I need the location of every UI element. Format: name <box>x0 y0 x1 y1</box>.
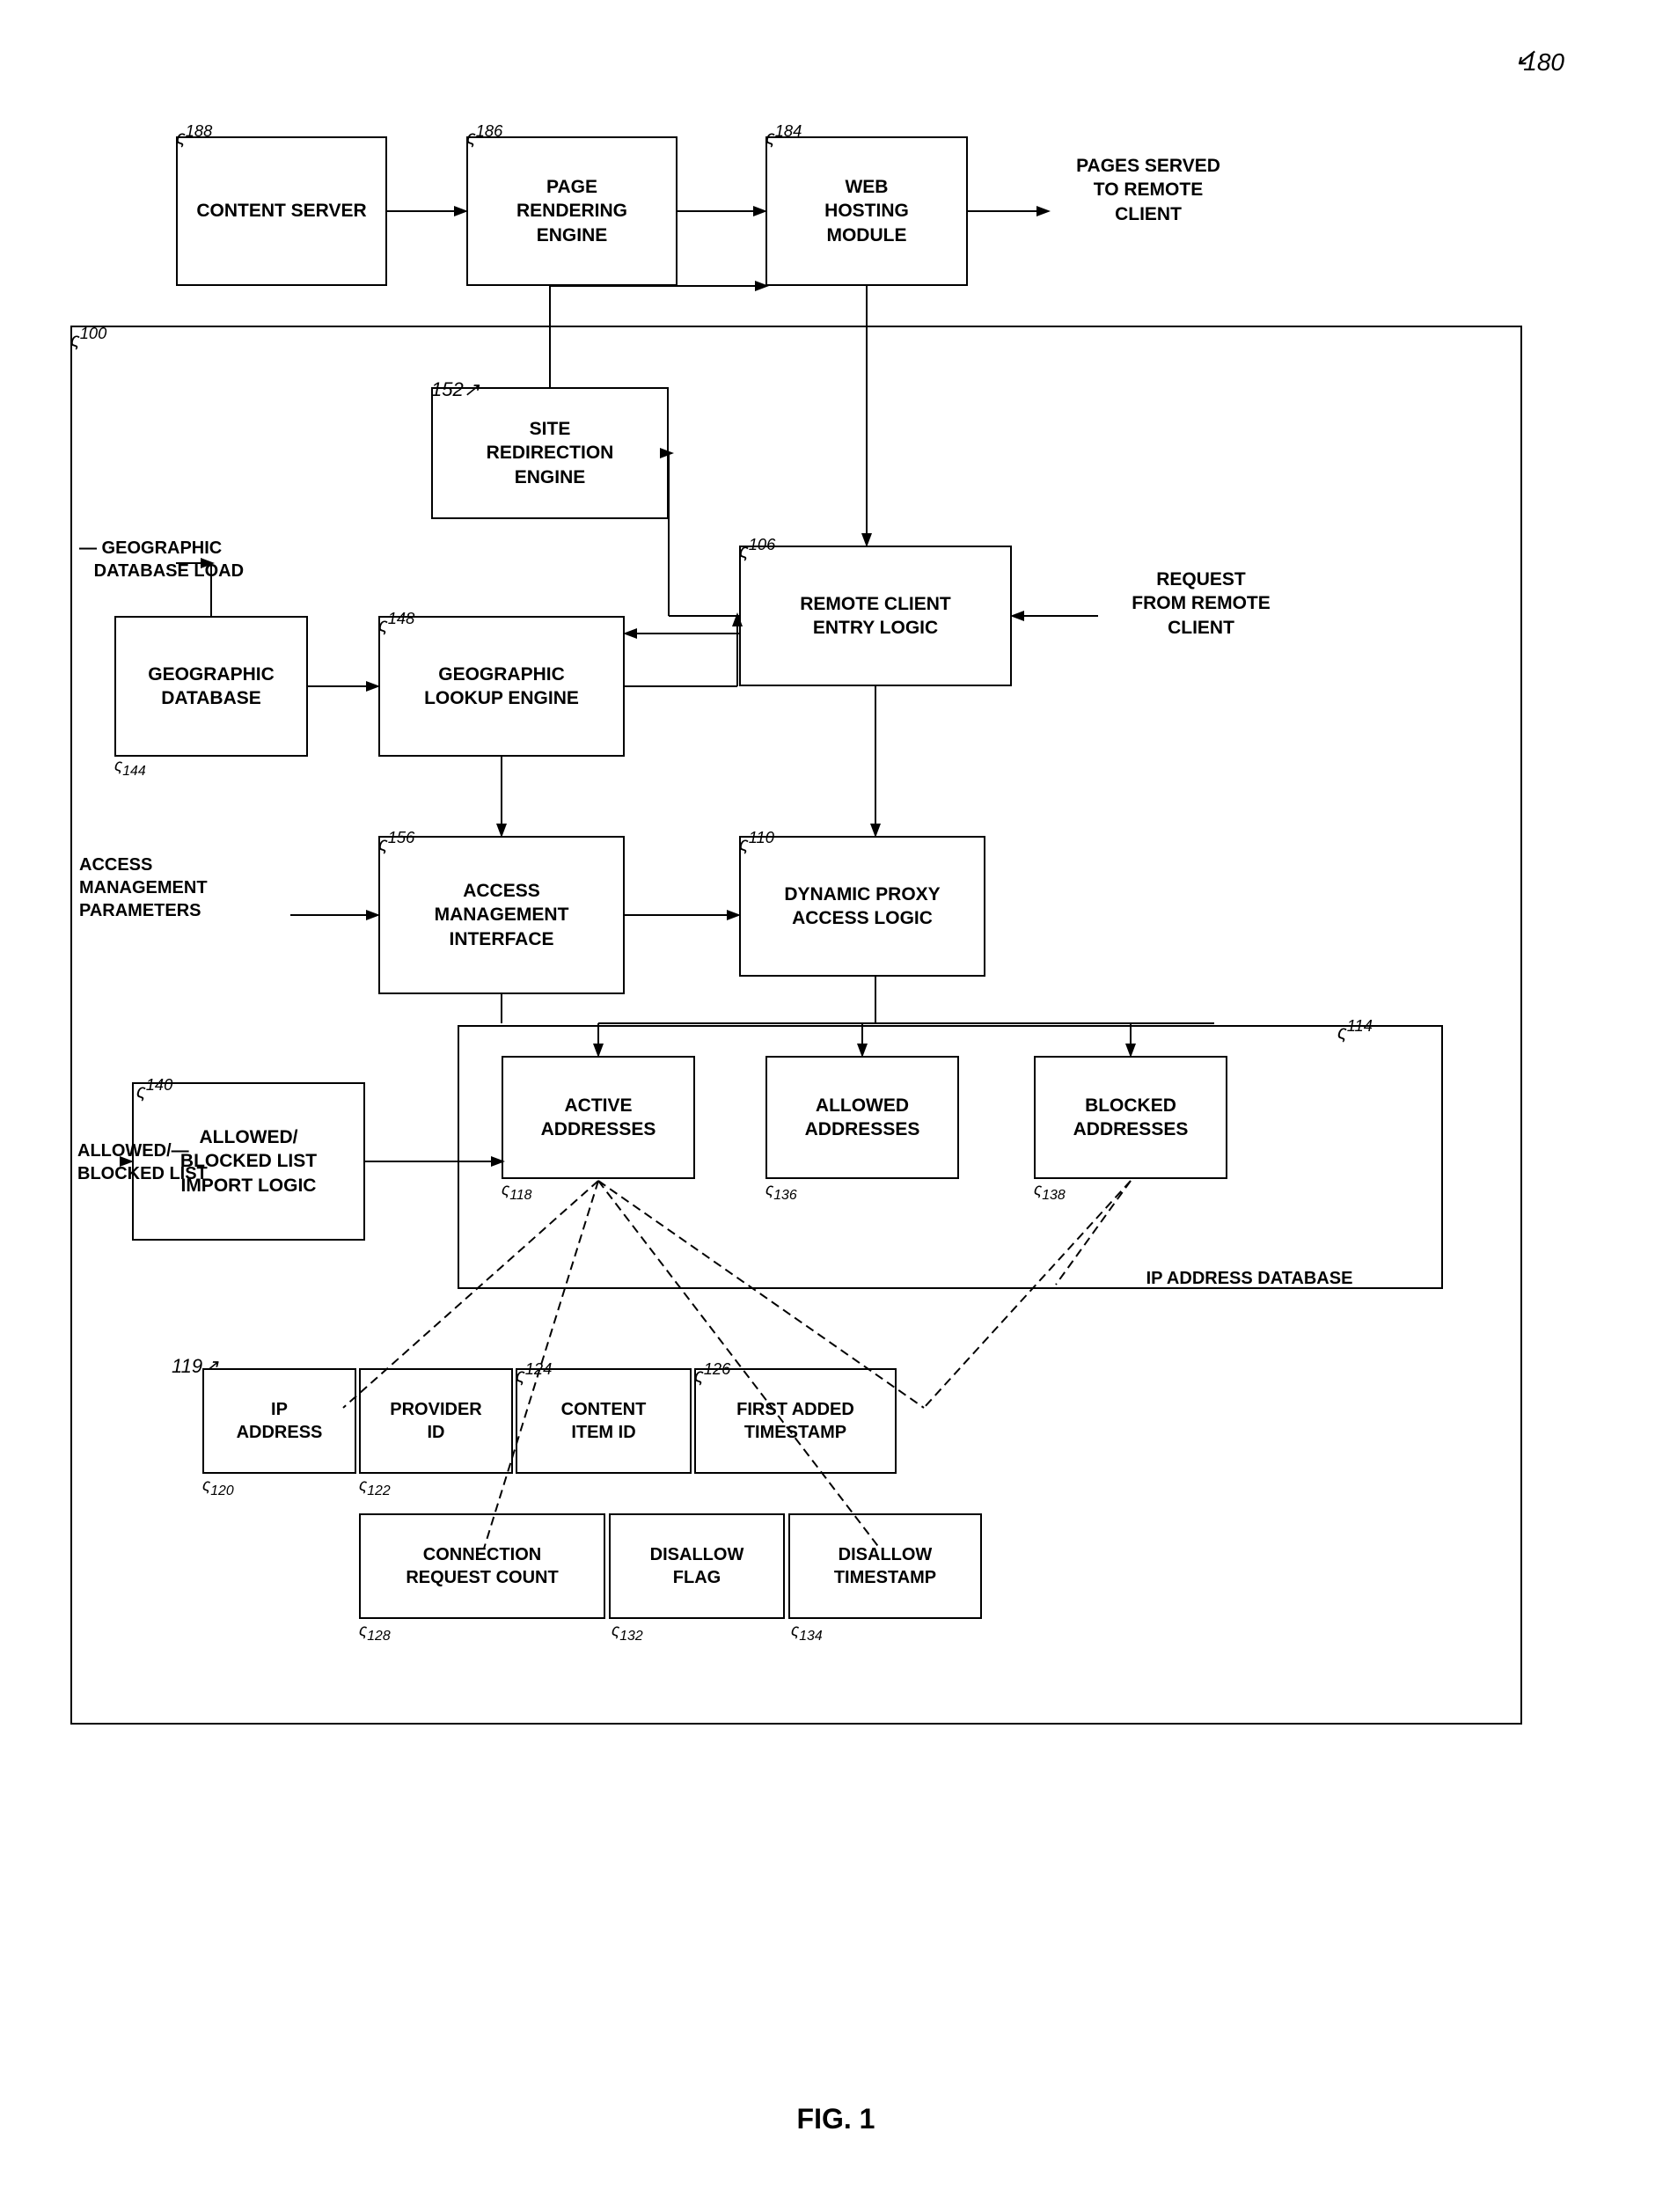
access-params-label: ACCESSMANAGEMENTPARAMETERS <box>79 853 290 922</box>
web-hosting-box: WEBHOSTINGMODULE <box>765 136 968 286</box>
first-added-ref: ς126 <box>694 1359 730 1387</box>
provider-id-ref: ς122 <box>359 1476 391 1499</box>
diagram: 180 ↙ CONTENT SERVER ς188 PAGERENDERINGE… <box>0 0 1670 2212</box>
dynamic-proxy-ref: ς110 <box>739 828 774 855</box>
ip-db-ref: ς114 <box>1337 1016 1373 1044</box>
ip-addr-field-ref: ς120 <box>202 1476 234 1499</box>
ip-address-field: IPADDRESS <box>202 1368 356 1474</box>
active-addr-ref: ς118 <box>502 1181 531 1204</box>
geo-db-ref: ς144 <box>114 757 146 780</box>
disallow-ts-field: DISALLOWTIMESTAMP <box>788 1513 982 1619</box>
content-server-box: CONTENT SERVER <box>176 136 387 286</box>
web-hosting-ref: ς184 <box>765 121 802 149</box>
geo-lookup-box: GEOGRAPHICLOOKUP ENGINE <box>378 616 625 757</box>
allowed-addresses-box: ALLOWEDADDRESSES <box>765 1056 959 1179</box>
remote-client-ref: ς106 <box>739 535 775 562</box>
disallow-flag-field: DISALLOWFLAG <box>609 1513 785 1619</box>
remote-client-entry-box: REMOTE CLIENTENTRY LOGIC <box>739 546 1012 686</box>
pages-served-label: PAGES SERVEDTO REMOTECLIENT <box>1051 154 1245 226</box>
blocked-addresses-box: BLOCKEDADDRESSES <box>1034 1056 1227 1179</box>
allowed-addr-ref: ς136 <box>765 1181 797 1204</box>
site-redir-ref: 152↗ <box>431 378 480 401</box>
page-rendering-ref: ς186 <box>466 121 502 149</box>
blocked-addr-ref: ς138 <box>1034 1181 1066 1204</box>
content-server-ref: ς188 <box>176 121 212 149</box>
active-addresses-box: ACTIVEADDRESSES <box>502 1056 695 1179</box>
content-item-ref: ς124 <box>516 1359 552 1387</box>
access-mgmt-ref: ς156 <box>378 828 414 855</box>
figure-label: FIG. 1 <box>721 2103 950 2135</box>
outer-box-ref: ς100 <box>70 324 106 351</box>
dynamic-proxy-box: DYNAMIC PROXYACCESS LOGIC <box>739 836 985 977</box>
access-mgmt-box: ACCESSMANAGEMENTINTERFACE <box>378 836 625 994</box>
provider-id-field: PROVIDERID <box>359 1368 513 1474</box>
import-ref: ς140 <box>136 1075 172 1102</box>
conn-req-ref: ς128 <box>359 1622 391 1644</box>
geo-lookup-ref: ς148 <box>378 609 414 636</box>
disallow-flag-ref: ς132 <box>612 1622 643 1644</box>
geo-database-box: GEOGRAPHICDATABASE <box>114 616 308 757</box>
page-rendering-box: PAGERENDERINGENGINE <box>466 136 678 286</box>
disallow-ts-ref: ς134 <box>791 1622 823 1644</box>
ip-db-label: IP ADDRESS DATABASE <box>1117 1267 1381 1290</box>
geo-db-load-label: — GEOGRAPHIC DATABASE LOAD <box>79 537 299 582</box>
connection-req-field: CONNECTIONREQUEST COUNT <box>359 1513 605 1619</box>
allowed-blocked-label: ALLOWED/—BLOCKED LIST <box>77 1139 262 1185</box>
site-redirection-box: SITEREDIRECTIONENGINE <box>431 387 669 519</box>
request-label: REQUESTFROM REMOTECLIENT <box>1100 568 1302 640</box>
